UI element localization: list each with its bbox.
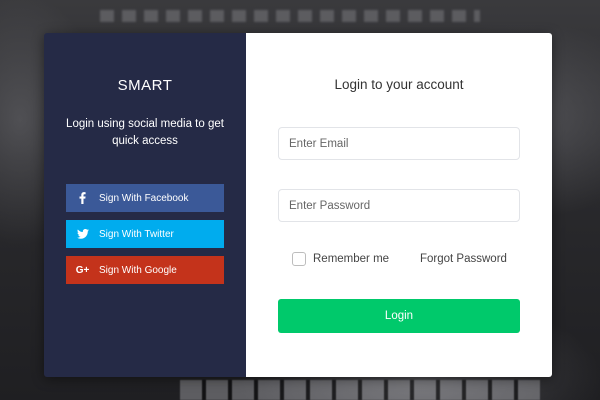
twitter-login-button[interactable]: Sign With Twitter xyxy=(66,220,224,248)
remember-me-checkbox[interactable] xyxy=(292,252,306,266)
brand-title: SMART xyxy=(117,77,173,94)
forgot-password-link[interactable]: Forgot Password xyxy=(420,253,507,265)
twitter-icon xyxy=(74,229,91,239)
google-login-button[interactable]: G+ Sign With Google xyxy=(66,256,224,284)
email-input[interactable] xyxy=(278,127,520,160)
google-login-label: Sign With Google xyxy=(99,264,177,276)
remember-me: Remember me xyxy=(292,252,389,266)
background-text-blur xyxy=(100,10,480,22)
login-button[interactable]: Login xyxy=(278,299,520,333)
login-form-panel: Login to your account Remember me Forgot… xyxy=(246,33,552,377)
remember-me-label: Remember me xyxy=(313,253,390,265)
background-keyboard-blur xyxy=(180,380,540,400)
login-card: SMART Login using social media to get qu… xyxy=(44,33,552,377)
social-tagline: Login using social media to get quick ac… xyxy=(66,118,224,147)
google-plus-icon: G+ xyxy=(75,264,90,276)
facebook-icon xyxy=(74,192,91,204)
form-title: Login to your account xyxy=(334,77,464,92)
twitter-login-label: Sign With Twitter xyxy=(99,228,174,240)
password-input[interactable] xyxy=(278,189,520,222)
facebook-login-label: Sign With Facebook xyxy=(99,192,189,204)
social-login-panel: SMART Login using social media to get qu… xyxy=(44,33,246,377)
facebook-login-button[interactable]: Sign With Facebook xyxy=(66,184,224,212)
